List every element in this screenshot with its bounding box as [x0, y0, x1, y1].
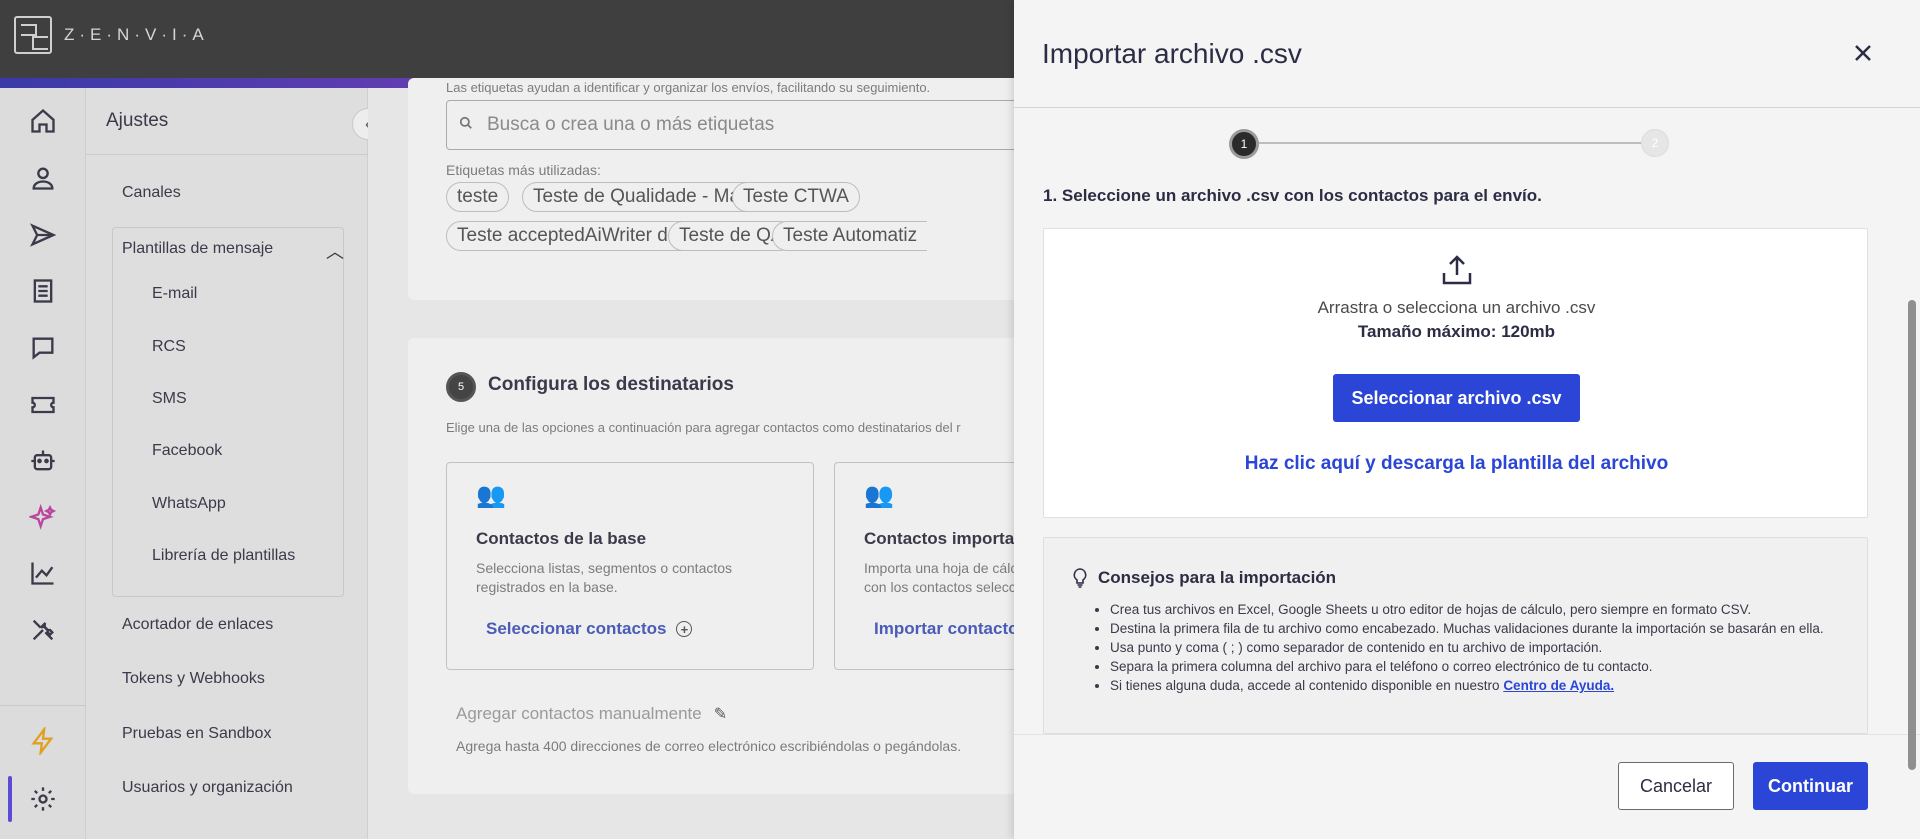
- add-manually-label: Agregar contactos manualmente: [456, 704, 702, 723]
- stepper-line: [1244, 142, 1664, 144]
- sidebar-subitem-email[interactable]: E-mail: [152, 285, 197, 303]
- tags-search-placeholder: Busca o crea una o más etiquetas: [487, 114, 775, 135]
- plus-circle-icon: +: [676, 621, 693, 637]
- close-icon: [1855, 45, 1871, 61]
- tags-card: Las etiquetas ayudan a identificar y org…: [408, 78, 1108, 300]
- chart-icon[interactable]: [28, 558, 58, 588]
- users-settings-icon: 👥: [864, 482, 894, 509]
- bolt-icon[interactable]: [28, 726, 58, 756]
- app-logo[interactable]: Z·E·N·V·I·A: [14, 16, 209, 54]
- chevron-up-icon: ︿: [326, 242, 344, 262]
- select-file-button[interactable]: Seleccionar archivo .csv: [1333, 374, 1580, 422]
- tips-title: Consejos para la importación: [1098, 568, 1337, 587]
- step-number-badge: 5: [446, 372, 476, 402]
- tip-item: Separa la primera columna del archivo pa…: [1110, 657, 1850, 676]
- sidebar-item-acortador[interactable]: Acortador de enlaces: [122, 616, 273, 634]
- logo-text: Z·E·N·V·I·A: [64, 25, 209, 44]
- gear-icon[interactable]: [28, 784, 58, 814]
- sidebar-subitem-rcs[interactable]: RCS: [152, 338, 186, 356]
- footer-divider: [1014, 734, 1920, 735]
- help-center-link[interactable]: Centro de Ayuda.: [1503, 678, 1614, 693]
- upload-icon: [1442, 255, 1472, 285]
- file-dropzone[interactable]: Arrastra o selecciona un archivo .csv Ta…: [1043, 228, 1868, 518]
- tip-text: Si tienes alguna duda, accede al conteni…: [1110, 678, 1500, 693]
- rail-divider: [0, 705, 86, 706]
- import-tips: Consejos para la importación Crea tus ar…: [1043, 537, 1868, 734]
- tip-item: Si tienes alguna duda, accede al conteni…: [1110, 676, 1850, 695]
- search-icon: [459, 114, 473, 136]
- lightbulb-icon: [1073, 568, 1087, 588]
- section-title: Configura los destinatarios: [488, 374, 734, 395]
- robot-icon[interactable]: [28, 446, 58, 476]
- most-used-label: Etiquetas más utilizadas:: [446, 162, 601, 178]
- import-csv-drawer: Importar archivo .csv 1 2 1. Seleccione …: [1014, 0, 1920, 839]
- sidebar-subitem-facebook[interactable]: Facebook: [152, 442, 222, 460]
- drawer-scrollbar[interactable]: [1908, 300, 1916, 770]
- tips-header: Consejos para la importación: [1072, 568, 1336, 588]
- tag-chip[interactable]: teste: [446, 182, 510, 212]
- max-size-text: Tamaño máximo: 120mb: [1357, 322, 1556, 341]
- pencil-icon: ✎: [713, 706, 728, 723]
- option-card-base[interactable]: 👥 Contactos de la base Selecciona listas…: [446, 462, 814, 670]
- step-instruction: 1. Seleccione un archivo .csv con los co…: [1043, 186, 1542, 205]
- continue-button[interactable]: Continuar: [1753, 762, 1868, 810]
- sidebar-group-templates: [112, 227, 344, 597]
- settings-sidebar: Ajustes ‹ Canales Plantillas de mensaje …: [86, 88, 384, 839]
- ticket-icon[interactable]: [28, 390, 58, 420]
- sidebar-subitem-whatsapp[interactable]: WhatsApp: [152, 495, 226, 513]
- add-manually-link[interactable]: Agregar contactos manualmente ✎: [456, 704, 727, 724]
- tips-list: Crea tus archivos en Excel, Google Sheet…: [1110, 600, 1850, 695]
- step-1-indicator: 1: [1229, 129, 1259, 159]
- drawer-header: Importar archivo .csv: [1014, 0, 1920, 108]
- sidebar-item-users[interactable]: Usuarios y organización: [122, 779, 293, 797]
- option-description: Importa una hoja de cálc con los contact…: [864, 560, 1018, 595]
- step-2-indicator: 2: [1641, 129, 1669, 157]
- option-title: Contactos importa: [864, 529, 1015, 548]
- sidebar-item-sandbox[interactable]: Pruebas en Sandbox: [122, 725, 271, 743]
- close-button[interactable]: [1848, 38, 1878, 68]
- drag-instruction: Arrastra o selecciona un archivo .csv: [1317, 298, 1596, 317]
- option-title: Contactos de la base: [476, 529, 647, 548]
- tag-chip[interactable]: Teste acceptedAiWriter dois: [446, 221, 704, 251]
- sparkle-icon[interactable]: [28, 503, 58, 533]
- download-template-link[interactable]: Haz clic aquí y descarga la plantilla de…: [1044, 453, 1869, 475]
- sidebar-title: Ajustes: [106, 110, 169, 131]
- cancel-button[interactable]: Cancelar: [1618, 762, 1734, 810]
- users-add-icon: 👥: [476, 482, 506, 509]
- select-contacts-link[interactable]: Seleccionar contactos +: [486, 619, 693, 639]
- icon-rail: [0, 88, 86, 839]
- tags-help-text: Las etiquetas ayudan a identificar y org…: [446, 80, 931, 95]
- recipients-card: 5 Configura los destinatarios Elige una …: [408, 338, 1114, 794]
- home-icon[interactable]: [28, 106, 58, 136]
- add-manually-description: Agrega hasta 400 direcciones de correo e…: [456, 738, 962, 754]
- sidebar-item-label: Plantillas de mensaje: [122, 240, 274, 257]
- section-description: Elige una de las opciones a continuación…: [446, 420, 961, 435]
- tags-search-input[interactable]: Busca o crea una o más etiquetas: [446, 100, 1106, 150]
- tip-item: Crea tus archivos en Excel, Google Sheet…: [1110, 600, 1850, 619]
- option-description: Selecciona listas, segmentos o contactos…: [476, 560, 733, 595]
- send-icon[interactable]: [28, 220, 58, 250]
- rail-active-indicator: [8, 776, 12, 822]
- select-contacts-label: Seleccionar contactos: [486, 619, 667, 638]
- import-contacts-link[interactable]: Importar contacto: [874, 619, 1019, 639]
- sidebar-subitem-sms[interactable]: SMS: [152, 390, 187, 408]
- document-icon[interactable]: [28, 276, 58, 306]
- user-icon[interactable]: [28, 163, 58, 193]
- sidebar-divider: [86, 154, 368, 155]
- tip-item: Destina la primera fila de tu archivo co…: [1110, 619, 1850, 638]
- sidebar-subitem-library[interactable]: Librería de plantillas: [152, 547, 295, 565]
- drawer-title: Importar archivo .csv: [1042, 38, 1302, 69]
- tools-icon[interactable]: [28, 615, 58, 645]
- sidebar-item-canales[interactable]: Canales: [122, 184, 181, 202]
- tag-chip[interactable]: Teste Automatiz: [772, 221, 928, 251]
- tip-item: Usa punto y coma ( ; ) como separador de…: [1110, 638, 1850, 657]
- logo-mark-icon: [14, 16, 52, 54]
- sidebar-item-tokens[interactable]: Tokens y Webhooks: [122, 670, 265, 688]
- tag-chip[interactable]: Teste CTWA: [732, 182, 860, 212]
- sidebar-item-plantillas[interactable]: Plantillas de mensaje ︿: [122, 240, 344, 262]
- chat-icon[interactable]: [28, 333, 58, 363]
